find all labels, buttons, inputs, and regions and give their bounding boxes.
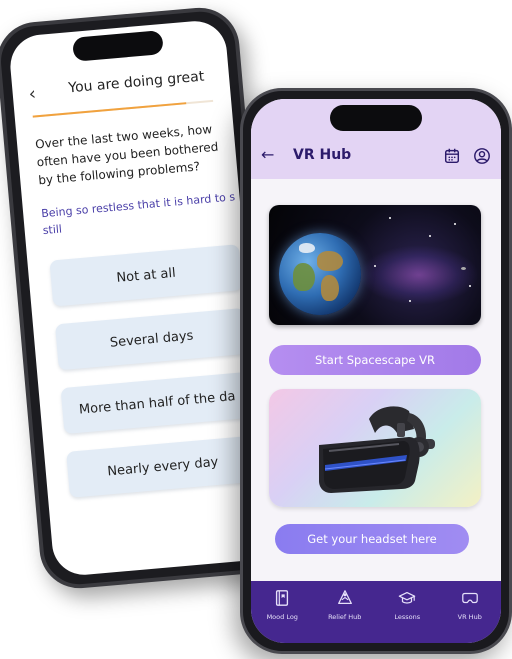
bottom-navigation: Mood Log Relief Hub Lessons VR Hub <box>251 581 501 643</box>
vr-hub-phone: ← VR Hub Start Spacescape VR Get your he… <box>240 88 512 654</box>
survey-title: You are doing great <box>67 68 205 97</box>
dynamic-island <box>71 30 164 62</box>
star <box>454 223 456 225</box>
option-more-than-half[interactable]: More than half of the da <box>60 371 254 435</box>
vr-headset-card[interactable] <box>269 389 481 507</box>
continent <box>317 251 343 271</box>
star <box>429 235 431 237</box>
vr-headset-image <box>319 406 435 493</box>
nav-label: Relief Hub <box>328 613 362 621</box>
nav-label: Lessons <box>394 613 421 621</box>
chevron-left-icon[interactable]: ‹ <box>28 83 37 105</box>
nav-mood-log[interactable]: Mood Log <box>254 589 310 621</box>
app-showcase: ‹ You are doing great Over the last two … <box>0 0 512 659</box>
continent <box>293 263 315 291</box>
nav-label: VR Hub <box>457 613 482 621</box>
get-headset-button[interactable]: Get your headset here <box>275 524 469 554</box>
survey-question: Over the last two weeks, how often have … <box>34 122 219 188</box>
star <box>374 265 376 267</box>
earth-planet <box>279 233 361 315</box>
survey-header: ‹ You are doing great <box>12 62 231 111</box>
calendar-icon[interactable] <box>443 147 461 165</box>
back-arrow-icon[interactable]: ← <box>261 145 274 164</box>
nav-label: Mood Log <box>266 613 298 621</box>
vr-hub-content: Start Spacescape VR Get your headset her… <box>251 179 501 581</box>
option-nearly-every-day[interactable]: Nearly every day <box>66 435 260 498</box>
start-spacescape-button[interactable]: Start Spacescape VR <box>269 345 481 375</box>
survey-screen: ‹ You are doing great Over the last two … <box>7 18 272 578</box>
nav-relief-hub[interactable]: Relief Hub <box>317 589 373 621</box>
option-several-days[interactable]: Several days <box>54 307 249 371</box>
spacescape-preview-image[interactable] <box>269 205 481 325</box>
page-title: VR Hub <box>293 147 352 163</box>
distant-asteroid <box>461 267 466 270</box>
cloud <box>299 243 315 253</box>
nav-vr-hub[interactable]: VR Hub <box>442 589 498 621</box>
nebula <box>359 245 479 305</box>
book-icon <box>276 590 289 606</box>
star <box>389 217 391 219</box>
dynamic-island <box>330 105 422 131</box>
option-not-at-all[interactable]: Not at all <box>49 244 243 307</box>
star <box>469 285 471 287</box>
relief-icon <box>337 590 352 605</box>
vr-hub-screen: ← VR Hub Start Spacescape VR Get your he… <box>251 99 501 643</box>
continent <box>321 275 339 301</box>
account-icon[interactable] <box>473 147 491 165</box>
star <box>409 300 411 302</box>
nav-lessons[interactable]: Lessons <box>379 589 435 621</box>
vr-headset-icon <box>461 592 478 604</box>
graduation-cap-icon <box>398 591 416 604</box>
survey-item-text: Being so restless that it is hard to s s… <box>41 188 238 239</box>
